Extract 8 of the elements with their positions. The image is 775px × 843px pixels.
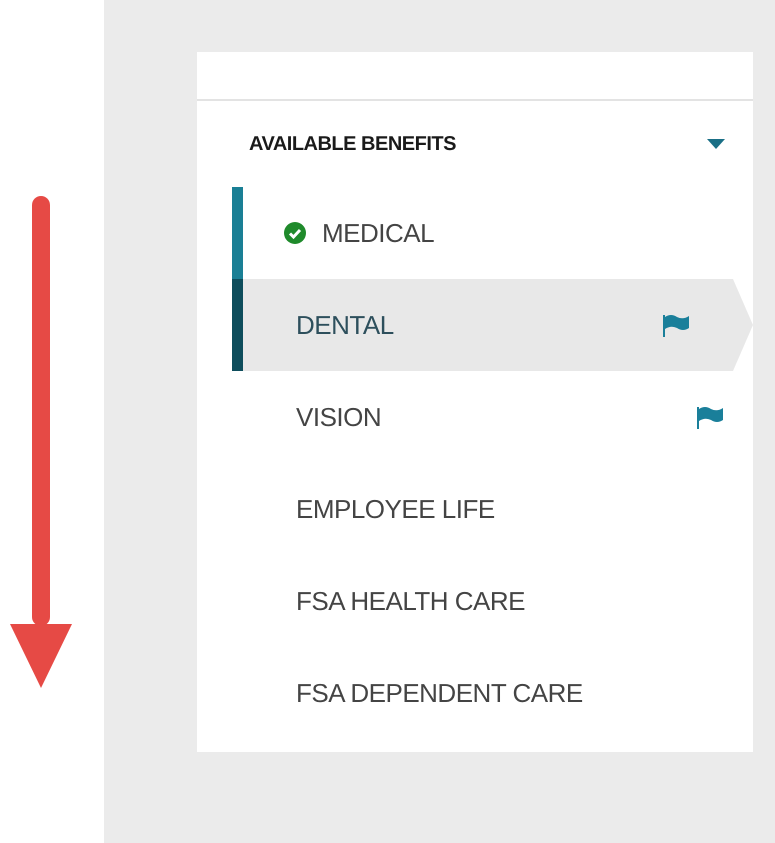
benefit-item[interactable]: MEDICAL: [243, 187, 753, 279]
section-title: AVAILABLE BENEFITS: [249, 132, 456, 156]
benefit-item[interactable]: VISION: [243, 371, 753, 463]
benefit-item[interactable]: DENTAL: [243, 279, 753, 371]
benefit-item[interactable]: EMPLOYEE LIFE: [243, 463, 753, 555]
benefit-item[interactable]: FSA DEPENDENT CARE: [243, 647, 753, 739]
benefit-item[interactable]: FSA HEALTH CARE: [243, 555, 753, 647]
caret-icon[interactable]: [707, 139, 725, 149]
